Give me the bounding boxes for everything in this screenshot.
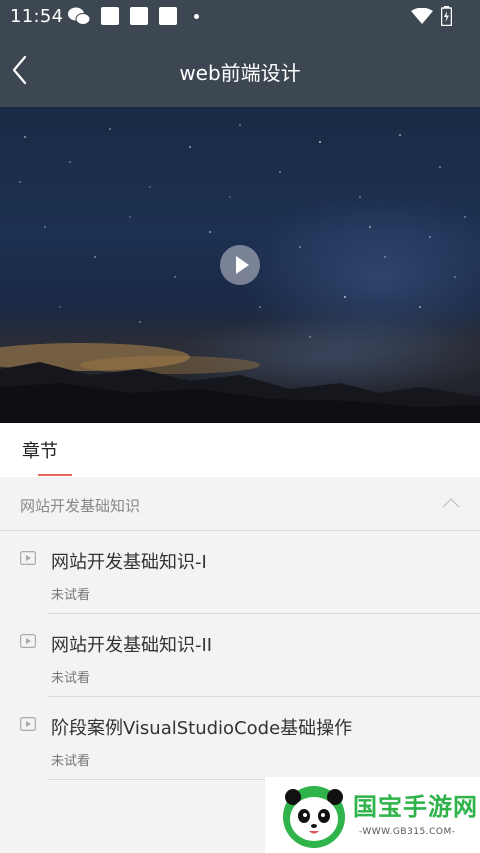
wechat-icon [68,7,90,25]
battery-charging-icon [441,6,452,26]
lesson-item[interactable]: 阶段案例VisualStudioCode基础操作 未试看 [0,697,480,780]
lesson-status: 未试看 [51,588,91,603]
notification-square-icon [130,7,148,25]
notification-square-icon [101,7,119,25]
wifi-icon [411,8,433,24]
status-bar: 11:54 [0,0,480,33]
notification-square-icon [159,7,177,25]
video-player[interactable] [0,107,480,423]
title-bar: web前端设计 [0,33,480,107]
dot-icon [194,14,199,19]
lesson-title: 网站开发基础知识-I [51,552,207,573]
panda-logo-icon [283,786,345,848]
watermark-brand: 国宝手游网 [353,793,478,821]
lesson-item[interactable]: 网站开发基础知识-I 未试看 [0,531,480,614]
video-lesson-icon [20,717,36,731]
watermark-url: -WWW.GB315.COM- [359,827,456,837]
play-icon [236,256,249,274]
tab-bar: 章节 [0,423,480,477]
chapter-section-title: 网站开发基础知识 [20,497,141,515]
video-lesson-icon [20,634,36,648]
watermark: 国宝手游网 -WWW.GB315.COM- [265,777,480,853]
lesson-status: 未试看 [51,754,91,769]
page-title: web前端设计 [179,61,301,85]
chevron-up-icon [442,498,460,508]
video-lesson-icon [20,551,36,565]
lesson-title: 阶段案例VisualStudioCode基础操作 [51,718,353,739]
play-button[interactable] [220,245,260,285]
tab-active-indicator [38,474,72,476]
lesson-title: 网站开发基础知识-II [51,635,213,656]
lesson-item[interactable]: 网站开发基础知识-II 未试看 [0,614,480,697]
status-time: 11:54 [10,6,64,27]
tab-chapters[interactable]: 章节 [22,437,58,463]
chapter-section-header[interactable]: 网站开发基础知识 [0,477,480,531]
lesson-status: 未试看 [51,671,91,686]
